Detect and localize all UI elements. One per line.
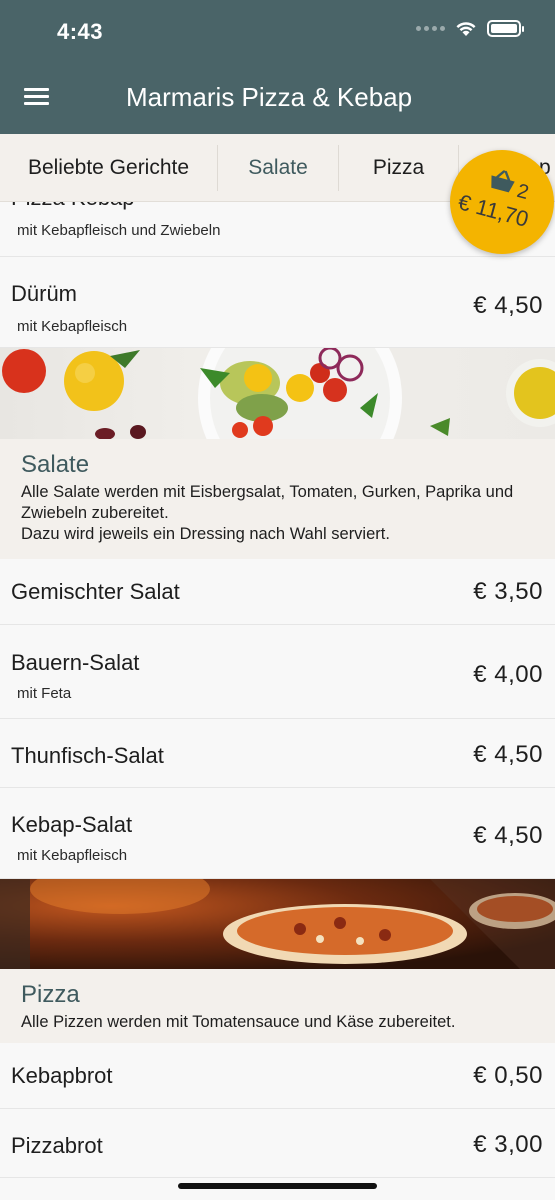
app-screen: 4:43 Marmaris Pizza & Kebap Beliebte Ger… — [0, 0, 555, 1200]
cart-button[interactable]: 2 € 11,70 — [450, 150, 554, 254]
section-title: Salate — [21, 451, 90, 478]
section-header-salate: Salate Alle Salate werden mit Eisbergsal… — [0, 439, 555, 559]
item-price: € 4,50 — [473, 292, 543, 319]
item-name: Dürüm — [11, 281, 78, 306]
salad-banner-image — [0, 348, 555, 439]
menu-item[interactable]: Gemischter Salat € 3,50 — [0, 559, 555, 625]
section-description: Alle Salate werden mit Eisbergsalat, Tom… — [21, 483, 514, 543]
menu-item[interactable]: Bauern-Salat mit Feta € 4,00 — [0, 625, 555, 719]
item-name: Thunfisch-Salat — [11, 743, 164, 768]
section-header-pizza: Pizza Alle Pizzen werden mit Tomatensauc… — [0, 969, 555, 1043]
menu-item[interactable]: Dürüm mit Kebapfleisch € 4,50 — [0, 257, 555, 348]
menu-item[interactable]: Thunfisch-Salat € 4,50 — [0, 719, 555, 788]
status-icons — [416, 20, 524, 37]
menu-list[interactable]: Pizza Kebap mit Kebapfleisch und Zwiebel… — [0, 202, 555, 1200]
wifi-icon — [456, 22, 476, 36]
tab-salate[interactable]: Salate — [218, 144, 339, 191]
app-title: Marmaris Pizza & Kebap — [126, 82, 413, 112]
cellular-signal-icon — [416, 26, 445, 31]
section-title: Pizza — [21, 981, 80, 1008]
section-description: Alle Pizzen werden mit Tomatensauce und … — [21, 1013, 456, 1031]
item-description: mit Kebapfleisch — [17, 847, 128, 864]
pizza-banner-image — [0, 879, 555, 969]
item-name: Pizzabrot — [11, 1133, 103, 1158]
app-bar: 4:43 Marmaris Pizza & Kebap — [0, 0, 555, 134]
home-indicator[interactable] — [178, 1183, 377, 1189]
item-description: mit Feta — [17, 685, 72, 702]
menu-item[interactable]: Pizzabrot € 3,00 — [0, 1109, 555, 1178]
item-name: Gemischter Salat — [11, 579, 180, 604]
status-time: 4:43 — [57, 19, 104, 44]
item-name: Pizza Kebap — [11, 202, 135, 211]
item-price: € 4,00 — [473, 661, 543, 688]
menu-item[interactable]: Kebapbrot € 0,50 — [0, 1043, 555, 1109]
item-description: mit Kebapfleisch — [17, 318, 128, 335]
item-price: € 4,50 — [473, 741, 543, 768]
hamburger-menu-icon[interactable] — [24, 88, 49, 106]
menu-item[interactable]: Kebap-Salat mit Kebapfleisch € 4,50 — [0, 788, 555, 879]
cart-count: 2 — [514, 179, 532, 205]
item-price: € 3,00 — [473, 1131, 543, 1158]
item-name: Kebap-Salat — [11, 812, 133, 837]
item-price: € 4,50 — [473, 822, 543, 849]
item-description: mit Kebapfleisch und Zwiebeln — [17, 222, 221, 239]
item-name: Bauern-Salat — [11, 650, 140, 675]
item-name: Kebapbrot — [11, 1063, 113, 1088]
battery-icon — [487, 20, 524, 37]
item-price: € 3,50 — [473, 578, 543, 605]
tab-beliebte-gerichte[interactable]: Beliebte Gerichte — [0, 144, 218, 191]
item-price: € 0,50 — [473, 1062, 543, 1089]
basket-icon — [491, 170, 515, 193]
tab-pizza[interactable]: Pizza — [339, 144, 459, 191]
